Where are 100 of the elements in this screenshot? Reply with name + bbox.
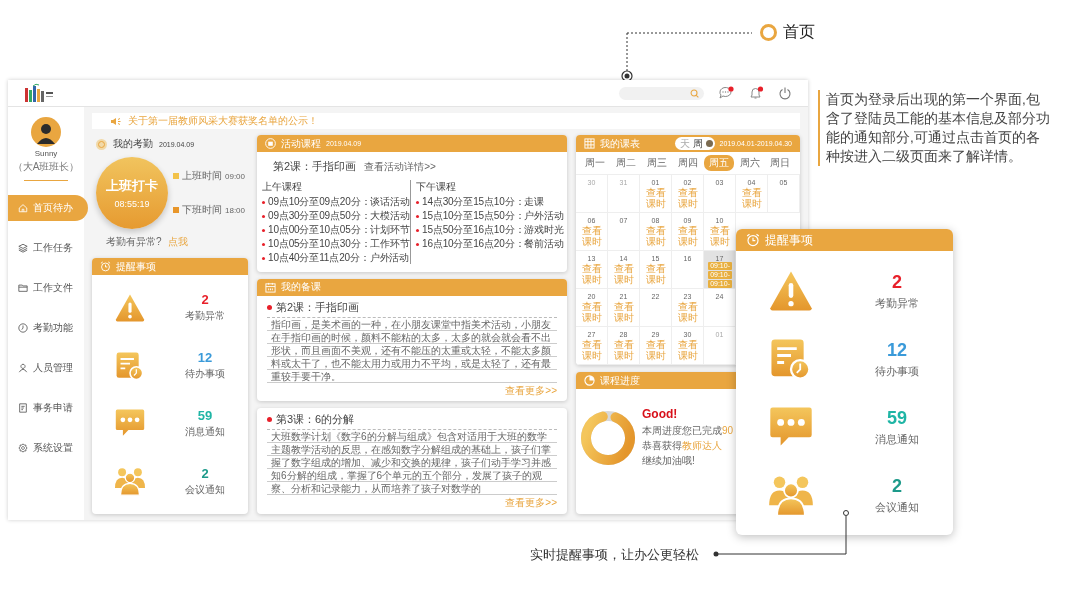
- table-icon: [584, 138, 595, 149]
- message-icon[interactable]: [718, 86, 734, 100]
- menu-icon: [18, 403, 28, 413]
- reminder-label: 考勤异常: [185, 309, 225, 324]
- progress-text: 恭喜获得教师达人: [642, 439, 723, 453]
- description: 首页为登录后出现的第一个界面,包含了登陆员工能的基本信息及部分功能的通知部分,可通过点击首页的各种按进入二级页面来了解详情。: [818, 90, 1052, 166]
- legend-label: 上班时间: [182, 169, 222, 183]
- bullet-icon: [416, 243, 419, 246]
- schedule-item: 10点00分至10点05分：计划环节: [268, 224, 410, 236]
- reminder-label: 消息通知: [185, 424, 225, 439]
- schedule-item: 10点40分至11点20分：户外活动: [268, 252, 410, 264]
- card-title: 课程进度: [600, 373, 640, 388]
- card-title: 我的课表: [600, 136, 640, 151]
- legend-time: 09:00: [225, 171, 246, 181]
- bullet-icon: [416, 229, 419, 232]
- reminder-label: 会议通知: [185, 482, 225, 497]
- card-title: 我的备课: [281, 280, 321, 295]
- sidebar-item[interactable]: 工作任务: [8, 235, 88, 261]
- reminder-label: 待办事项: [875, 363, 919, 379]
- lesson-title: 第2课：手指印画: [276, 299, 360, 315]
- bullet-icon: [262, 201, 265, 204]
- weekday-tab[interactable]: 周四: [672, 155, 703, 171]
- weekday-tab[interactable]: 周日: [765, 155, 796, 171]
- progress-heading: Good!: [642, 407, 679, 421]
- schedule-item: 15点10分至15点50分：户外活动: [422, 210, 564, 222]
- schedule-item: 14点30分至15点10分：走课: [422, 196, 545, 208]
- meeting-icon[interactable]: [114, 466, 146, 497]
- menu-icon: [18, 363, 28, 373]
- reminder-label: 考勤异常: [875, 295, 919, 311]
- schedule-item: 16点10分至16点20分：餐前活动: [422, 238, 564, 250]
- calendar-icon: [265, 138, 276, 149]
- reminder-label: 会议通知: [875, 499, 919, 515]
- details-link[interactable]: 查看活动详情>>: [364, 160, 436, 174]
- calendar-icon: [265, 281, 276, 293]
- bullet-icon: [262, 257, 265, 260]
- reminder-label: 待办事项: [185, 367, 225, 382]
- weekday-tab[interactable]: 周二: [611, 155, 642, 171]
- bullet-icon: [262, 229, 265, 232]
- card-title: 活动课程: [281, 136, 321, 151]
- hint-text: 考勤有异常?: [106, 235, 162, 249]
- warning-icon[interactable]: [114, 292, 146, 323]
- user-role: （大A班班长）: [12, 160, 80, 174]
- lesson-text: 大班数学计划《数字6的分解与组成》包含对适用于大班的数学主题教学活动的反思，在感知数字分解组成的基础上，孩子们掌握了数字组成的增加、减少和交换的规律，孩子们动手学习并感知6分解的组成，掌握了6个单元的五个部分，发展了孩子的观察、分析和记录能力，从而培养了孩子对数学的: [267, 430, 557, 496]
- lesson-text: 指印画，是美术画的一种，在小朋友课堂中指美术活动，小朋友在手指印画的时候，颜料不能粘的太多，太多的就会就会看不出形状，而且画面不美观，还有不能压的太重或太轻，不能太多颜料或太干了，也不能太用力或用力不平均，或是太轻了，还有最重较手要干净。: [267, 317, 557, 383]
- warning-icon[interactable]: [768, 269, 814, 313]
- progress-text: 继续加油哦!: [642, 454, 696, 468]
- sidebar-item[interactable]: 事务申请: [8, 395, 88, 421]
- sidebar-item[interactable]: 工作文件: [8, 275, 88, 301]
- schedule-item: 09点30分至09点50分：大模活动: [268, 210, 410, 222]
- reminder-label: 消息通知: [875, 431, 919, 447]
- weekday-tab[interactable]: 周一: [580, 155, 611, 171]
- bullet-icon: [262, 215, 265, 218]
- caption: 实时提醒事项，让办公更轻松: [530, 546, 699, 564]
- avatar: [31, 117, 61, 147]
- alarm-clock-icon: [746, 233, 760, 247]
- schedule-item: 15点50分至16点10分：游戏时光: [422, 224, 564, 236]
- attendance-icon: [96, 138, 107, 150]
- schedule-item: 09点10分至09点20分：谈话活动: [268, 196, 410, 208]
- menu-icon: [18, 283, 28, 293]
- weekday-tab[interactable]: 周三: [642, 155, 673, 171]
- count-text: 12: [197, 350, 213, 366]
- count-text: 59: [887, 407, 907, 429]
- speaker-icon: [110, 116, 122, 126]
- logo-icon: [24, 83, 54, 103]
- sidebar-item[interactable]: 系统设置: [8, 435, 88, 461]
- search-icon: [690, 88, 699, 98]
- weekday-tab[interactable]: 周六: [734, 155, 765, 171]
- count-text: 2: [201, 465, 209, 481]
- session-label: 上午课程: [262, 180, 303, 194]
- schedule-item: 10点05分至10点30分：工作环节: [268, 238, 410, 250]
- bell-icon[interactable]: [748, 86, 764, 100]
- pie-icon: [584, 375, 595, 386]
- legend-label: 下班时间: [182, 203, 222, 217]
- menu-icon: [18, 243, 28, 253]
- menu-icon: [18, 443, 28, 453]
- legend-time: 18:00: [225, 205, 246, 215]
- bullet-icon: [760, 24, 777, 41]
- session-label: 下午课程: [416, 180, 457, 194]
- lesson-title: 第3课：6的分解: [276, 412, 355, 428]
- bullet-icon: [267, 417, 272, 423]
- view-toggle[interactable]: 天 周: [674, 137, 715, 150]
- section-title: 首页: [783, 22, 815, 42]
- search-field[interactable]: [619, 86, 704, 100]
- progress-text: 本周进度您已完成90: [642, 424, 734, 438]
- alarm-clock-icon: [100, 261, 111, 272]
- card-title: 提醒事项: [116, 259, 156, 274]
- count-text: 2: [201, 292, 209, 308]
- lesson-title: 第2课：手指印画: [273, 159, 357, 174]
- bullet-icon: [267, 304, 272, 310]
- bullet-icon: [262, 243, 265, 246]
- card-title: 提醒事项: [765, 231, 813, 249]
- user-name: Sunny: [34, 149, 58, 158]
- menu-icon: [18, 203, 28, 213]
- count-text: 2: [892, 271, 902, 293]
- count-text: 2: [892, 475, 902, 497]
- power-icon[interactable]: [778, 86, 792, 100]
- bullet-icon: [416, 215, 419, 218]
- sidebar-item[interactable]: 人员管理: [8, 355, 88, 381]
- menu-icon: [18, 323, 28, 333]
- sidebar-item[interactable]: 考勤功能: [8, 315, 88, 341]
